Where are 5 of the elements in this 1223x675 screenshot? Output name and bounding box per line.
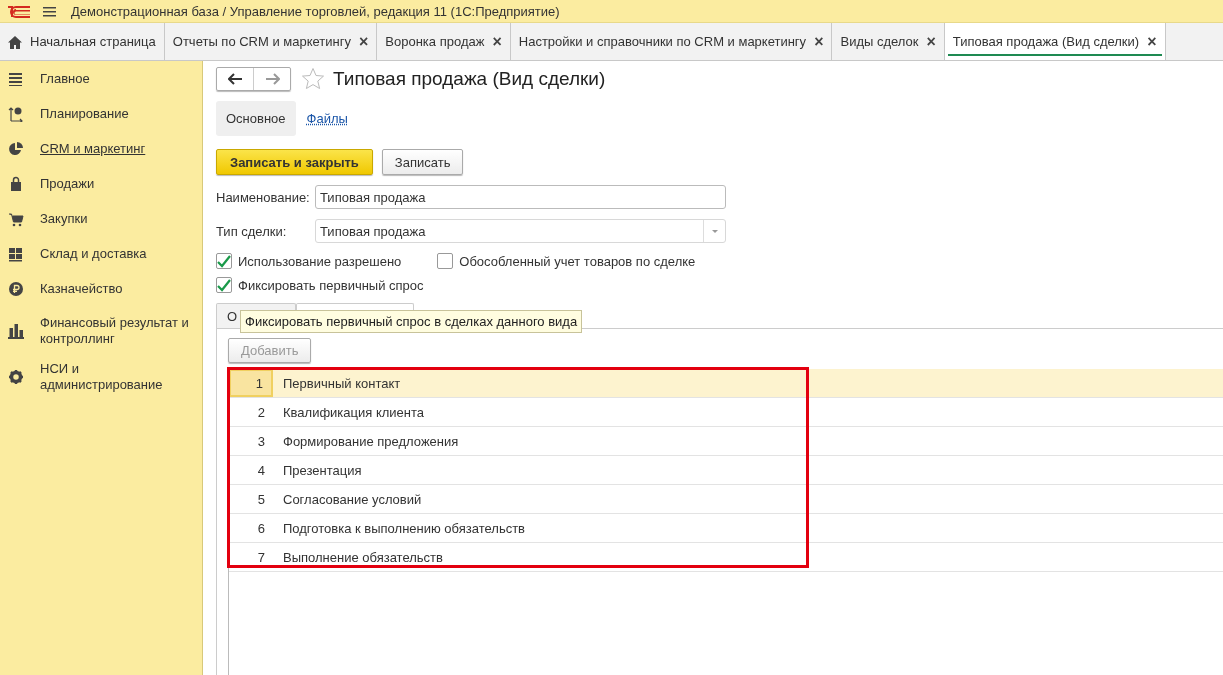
form-title: Типовая продажа (Вид сделки) — [333, 68, 606, 90]
field-label: Наименование: — [216, 189, 311, 205]
window-title: Демонстрационная база / Управление торговлей, редакция 11 (1С:Предприятие) — [71, 3, 560, 19]
tooltip: Фиксировать первичный спрос в сделках данного вида — [240, 310, 583, 333]
field-label: Тип сделки: — [216, 223, 288, 239]
